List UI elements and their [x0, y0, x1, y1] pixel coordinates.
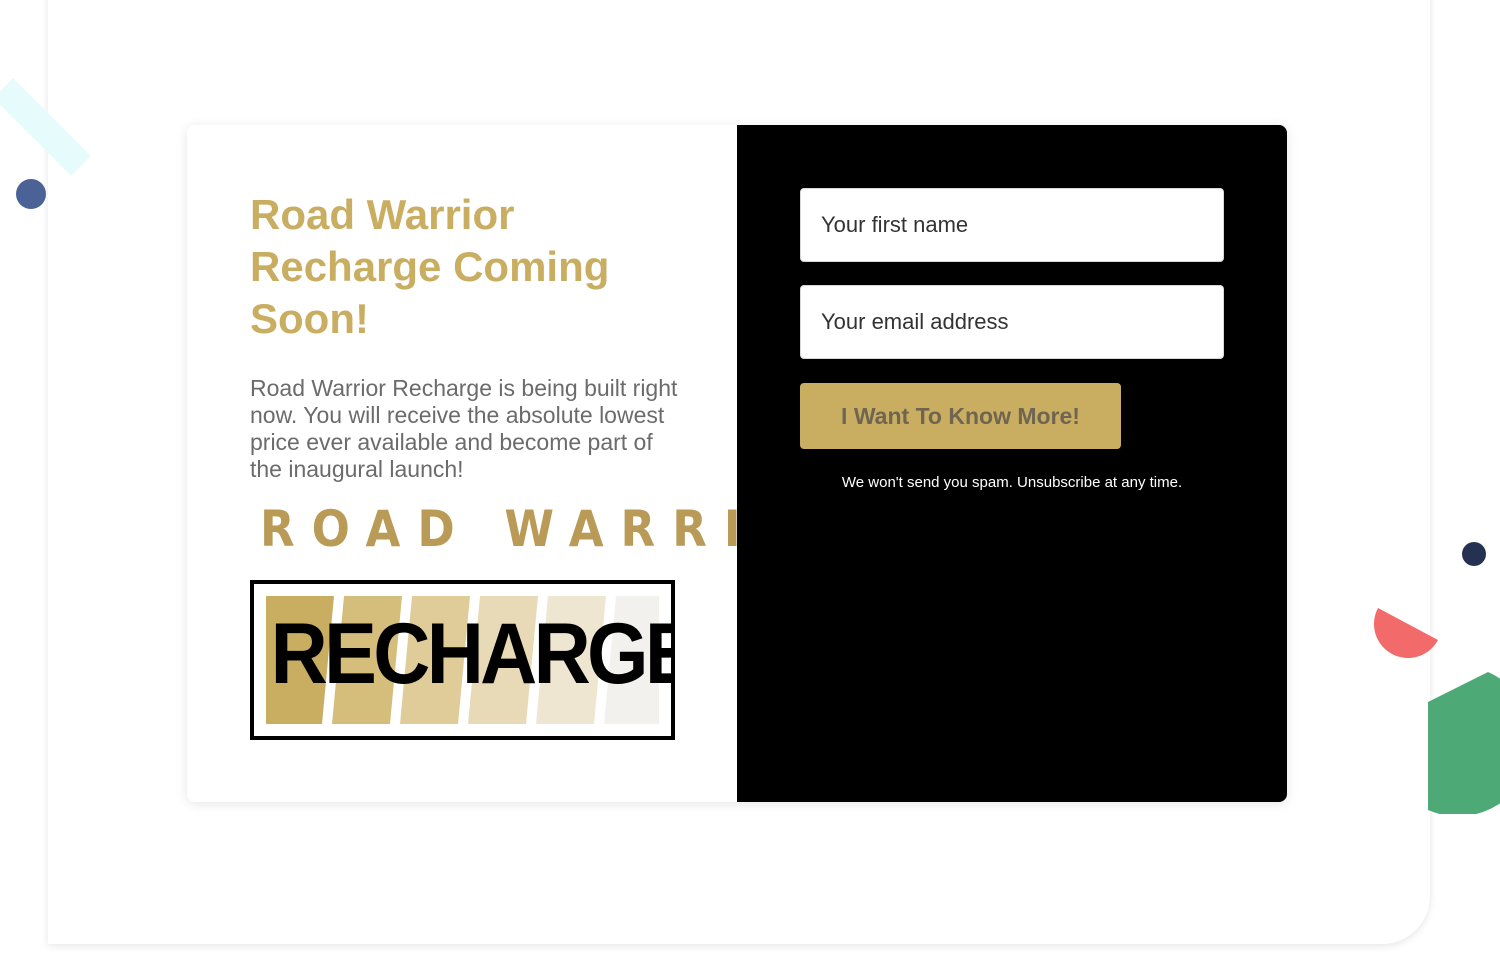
- decorative-dot-navy: [1462, 542, 1486, 566]
- description-text: Road Warrior Recharge is being built rig…: [250, 375, 678, 482]
- submit-button[interactable]: I Want To Know More!: [800, 383, 1121, 449]
- signup-card: Road Warrior Recharge Coming Soon! Road …: [187, 125, 1287, 802]
- road-warrior-recharge-logo: ROAD WARRIOR RECHARGE: [250, 497, 865, 740]
- email-input[interactable]: [800, 285, 1224, 359]
- page-title: Road Warrior Recharge Coming Soon!: [250, 191, 610, 342]
- spam-note: We won't send you spam. Unsubscribe at a…: [841, 474, 1183, 491]
- page: Road Warrior Recharge Coming Soon! Road …: [0, 0, 1500, 963]
- logo-box: RECHARGE: [250, 580, 675, 740]
- decorative-dot-blue: [16, 179, 46, 209]
- decorative-red-half-circle: [1374, 608, 1438, 658]
- first-name-input[interactable]: [800, 188, 1224, 262]
- info-panel: Road Warrior Recharge Coming Soon! Road …: [187, 125, 865, 802]
- logo-main-text: RECHARGE: [270, 606, 675, 702]
- form-panel: I Want To Know More! We won't send you s…: [737, 125, 1287, 802]
- logo-top-text: ROAD WARRIOR: [260, 500, 865, 558]
- decorative-green-half-circle: [1428, 672, 1500, 814]
